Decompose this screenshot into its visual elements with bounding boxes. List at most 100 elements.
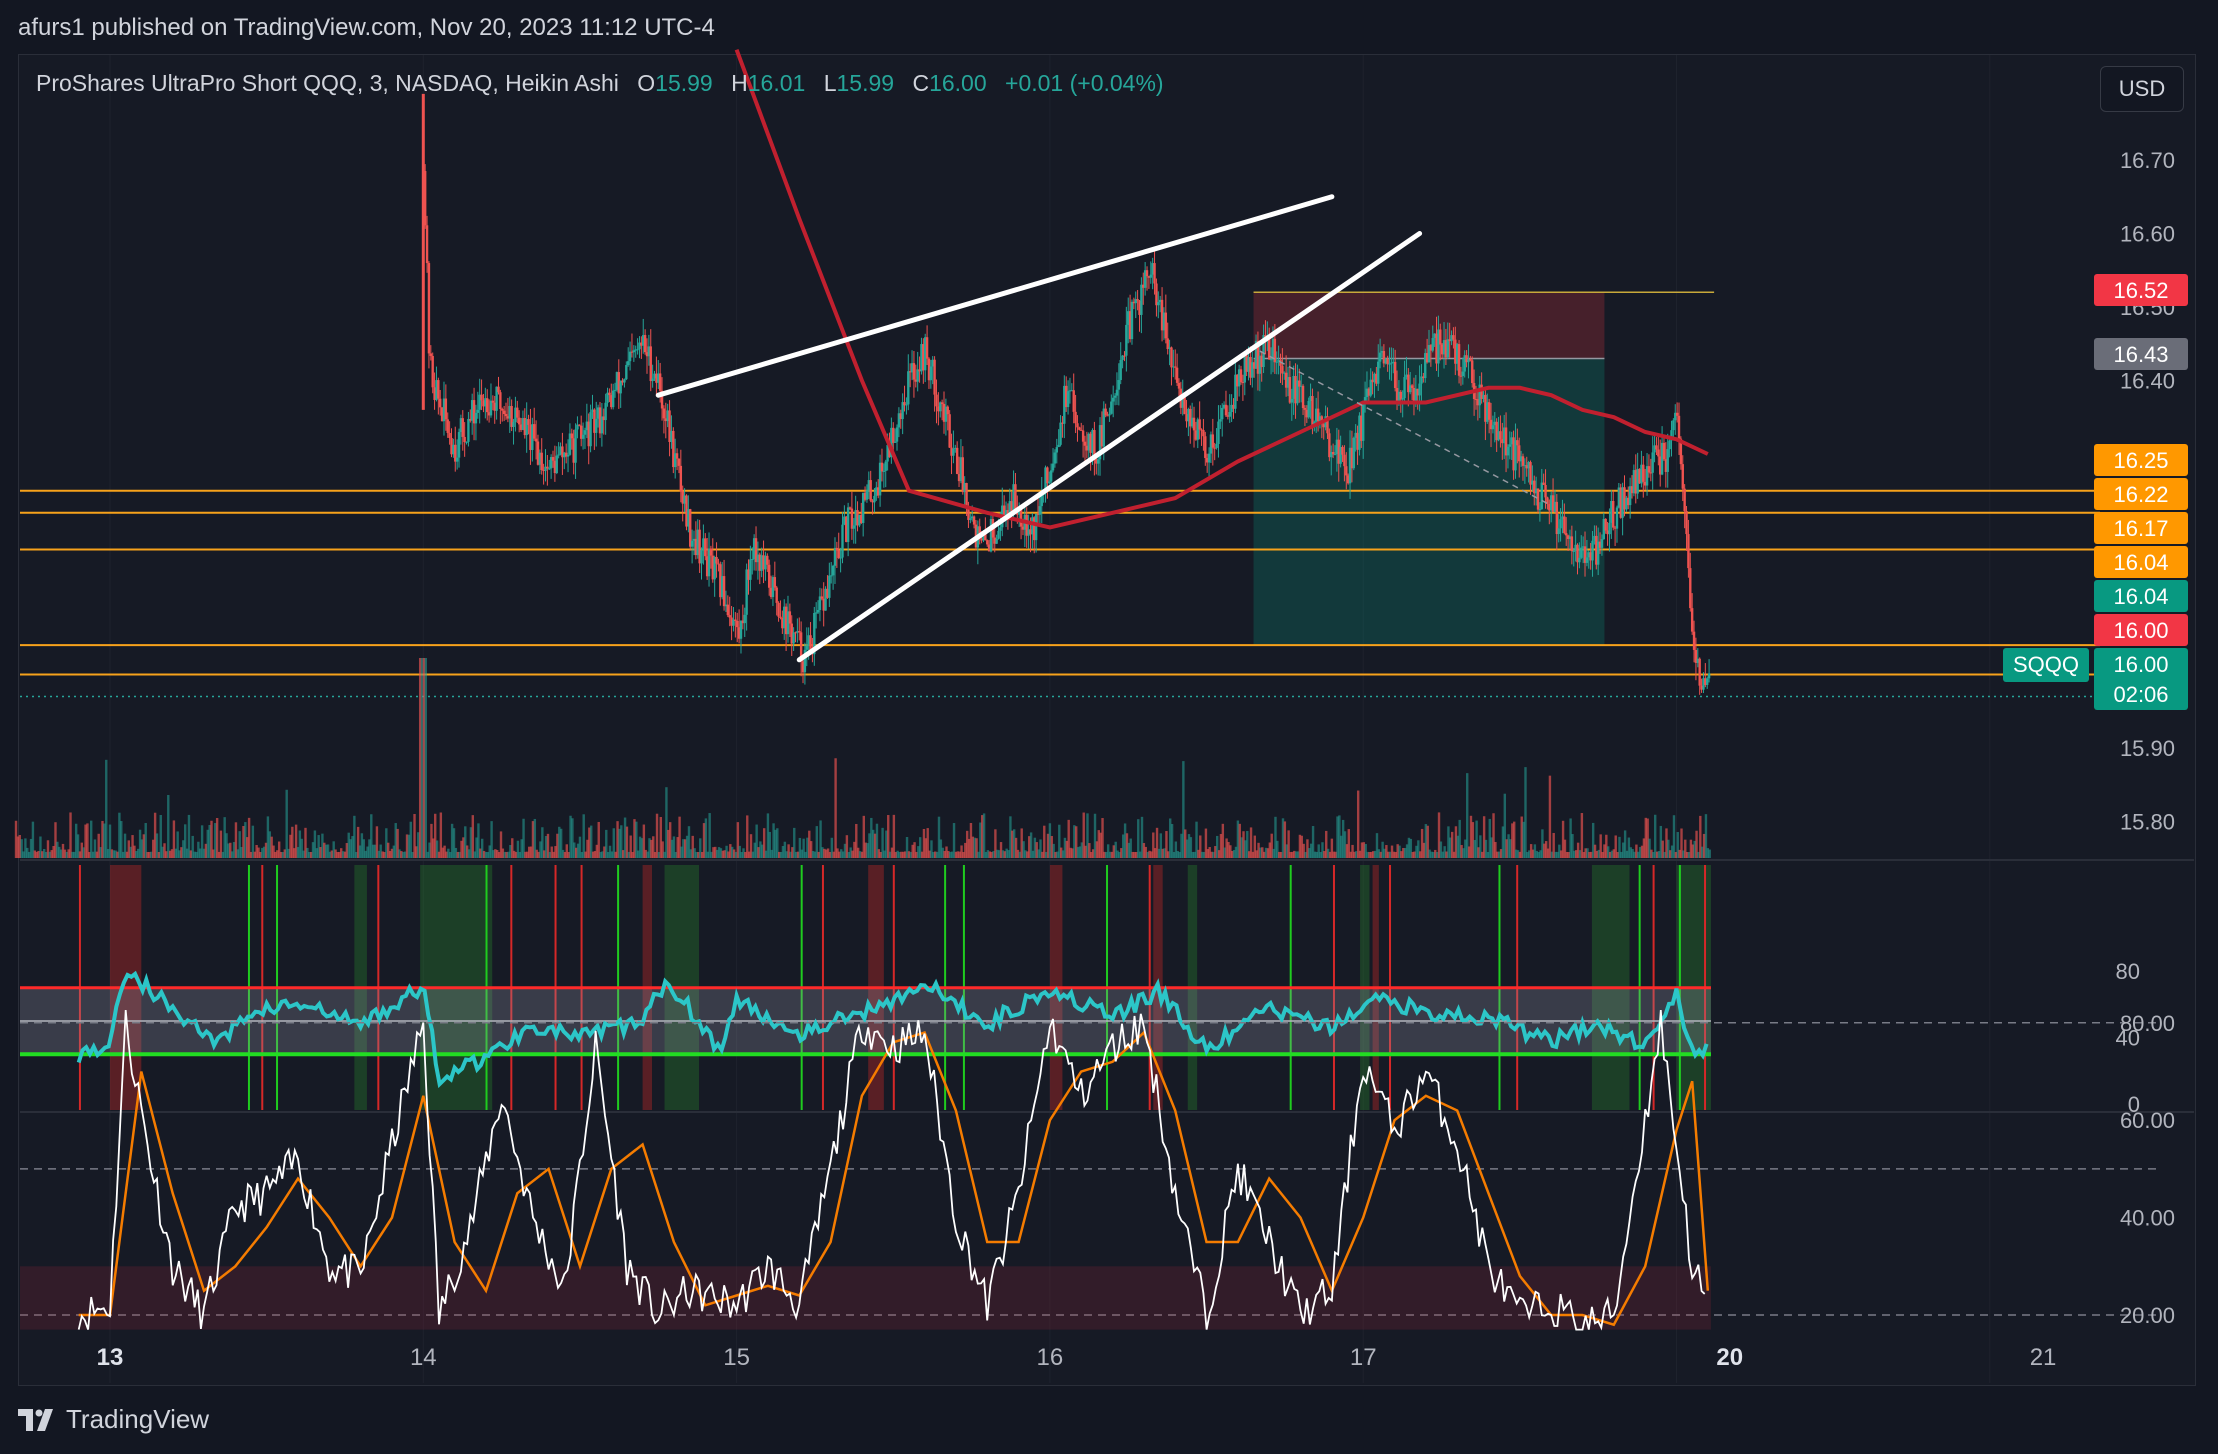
price-tick-label: 16.40 [2120,369,2175,394]
currency-button[interactable]: USD [2100,66,2184,112]
candle-body [1536,488,1540,510]
candle-body [1066,391,1070,408]
open-value: 15.99 [655,70,713,96]
candle-body [555,455,558,474]
candle-body [1439,329,1442,345]
stoch-oversold-zone [20,1266,1711,1330]
candle-body [461,418,464,437]
candle-body [1183,396,1186,415]
price-tag-label: 16.04 [2113,550,2168,575]
candle-body [570,433,574,439]
candle-body [1072,390,1075,412]
candle-body [1675,412,1679,416]
candle-body [1585,557,1589,563]
candle-body [841,524,844,558]
last-price-value: 16.00 [2113,652,2168,677]
candle-body [1604,518,1607,531]
candle-body [551,457,555,461]
candle-body [837,550,840,558]
candle-body [1110,401,1113,414]
candle-body [1298,380,1301,387]
tradingview-footer[interactable]: TradingView [18,1404,209,1435]
candle-body [1341,446,1344,455]
price-tick-label: 16.60 [2120,222,2175,247]
rsi-layer [20,865,1711,1110]
candle-body [1019,509,1023,527]
candle-body [831,565,835,576]
candle-body [425,225,429,264]
candle-body [1307,401,1310,418]
candle-body [935,394,938,407]
candle-body [1215,443,1218,448]
candle-body [773,577,777,588]
candle-body [1591,540,1594,561]
volume-bar [708,813,711,858]
candle-body [882,470,886,472]
candle-body [1600,539,1604,548]
candle-body [1452,335,1455,340]
candle-body [736,620,739,628]
candle-body [613,389,617,391]
symbol-title: ProShares UltraPro Short QQQ, 3, NASDAQ,… [36,70,619,96]
tradingview-logo-icon [18,1408,53,1431]
candle-body [1647,466,1651,473]
symbol-tag-label: SQQQ [2013,652,2079,677]
volume-bar [582,814,585,858]
candle-body [1217,421,1220,444]
candle-body [1403,377,1406,399]
candle-body [999,527,1002,531]
candle-body [455,457,459,462]
candle-body [489,400,493,416]
candle-body [1377,361,1380,384]
time-tick-label: 21 [2030,1344,2057,1371]
candle-body [965,483,968,508]
chart-svg[interactable]: 16.7016.6016.5016.4016.3015.9015.8080400… [0,0,2218,1454]
candle-body [715,556,718,564]
price-tick-label: 15.90 [2120,736,2175,761]
candle-body [1516,440,1519,446]
candle-body [767,564,771,588]
low-value: 15.99 [836,70,895,96]
candle-body [1540,482,1543,510]
candle-body [604,402,607,421]
candle-body [946,406,949,415]
candle-body [1119,359,1122,381]
volume-bar [353,815,356,858]
volume-bar [982,813,986,858]
candle-body [1046,467,1049,484]
price-tick-label: 16.70 [2120,148,2175,173]
candle-body [1446,339,1449,358]
volume-bar [1708,849,1711,858]
candle-body [1469,358,1472,361]
candle-body [704,538,707,557]
candle-body [952,448,955,456]
candle-body [463,436,466,443]
candle-body [589,412,592,447]
candle-body [1113,395,1117,398]
candle-body [743,614,746,624]
candle-body [636,349,639,351]
candle-body [1544,484,1547,498]
change-value: +0.01 (+0.04%) [1005,70,1164,96]
high-label: H [731,70,748,96]
candle-body [1521,456,1525,466]
candle-body [1136,299,1139,301]
candle-body [533,424,536,439]
candle-body [625,365,628,380]
candle-body [933,359,936,395]
price-tag-label: 16.52 [2113,278,2168,303]
candle-body [995,538,998,544]
candle-body [1331,451,1335,455]
countdown-value: 02:06 [2113,682,2168,707]
candle-body [1559,519,1562,529]
candle-body [658,373,662,391]
grid-layer [20,55,2194,1383]
candle-body [1698,658,1701,686]
candle-body [623,379,626,383]
time-tick-label: 14 [410,1344,437,1371]
candle-body [775,587,778,603]
candle-body [749,559,752,580]
candle-body [675,453,679,459]
candle-body [581,434,585,439]
candle-body [1542,482,1545,485]
